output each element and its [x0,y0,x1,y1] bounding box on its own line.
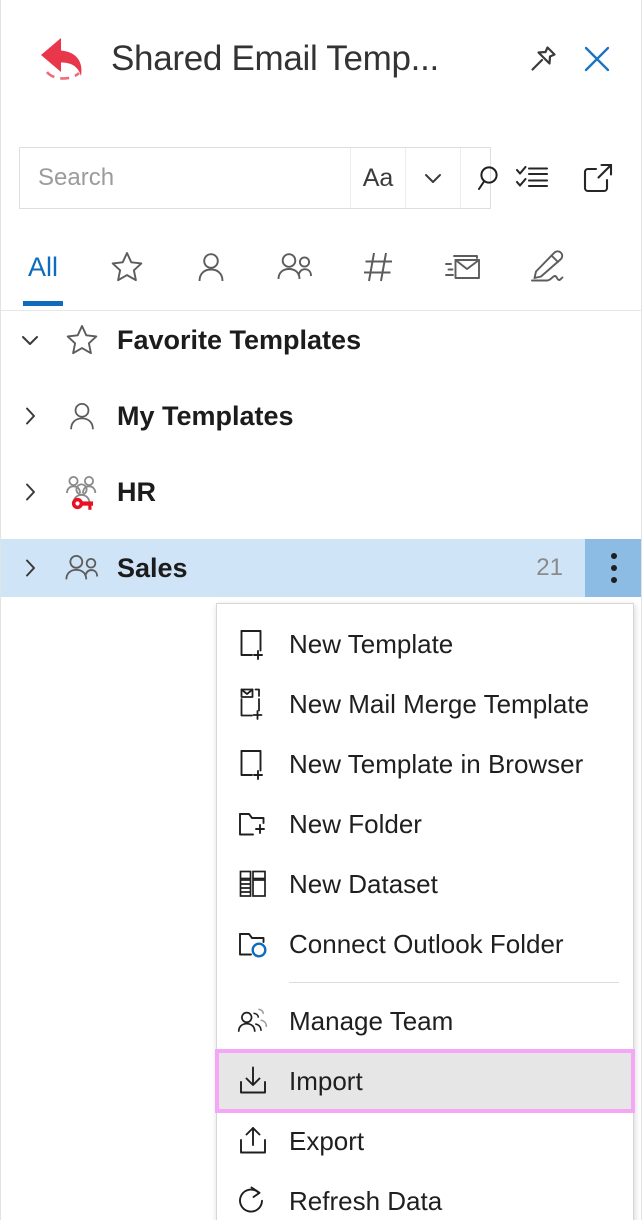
import-icon [217,1051,289,1111]
new-template-in-browser-icon [217,734,289,794]
export-icon [217,1111,289,1171]
search-icon [475,162,507,194]
tree-spacer [1,521,642,539]
tree-item-favorite-templates[interactable]: Favorite Templates [1,311,642,369]
person-icon [59,393,105,439]
star-icon [108,248,146,286]
menu-item-label: New Dataset [289,869,438,900]
key-badge [72,498,93,510]
people-icon [59,545,105,591]
checklist-icon [514,160,550,196]
people-icon [274,248,316,286]
match-case-button[interactable]: Aa [350,148,405,208]
signature-pen-icon [527,248,567,286]
menu-item-label: Refresh Data [289,1186,442,1217]
tab-my-templates[interactable] [169,228,253,306]
connect-outlook-folder-icon [217,914,289,974]
menu-item-refresh-data[interactable]: Refresh Data [217,1171,633,1220]
menu-item-label: Connect Outlook Folder [289,929,564,960]
person-icon [192,248,230,286]
new-folder-icon [217,794,289,854]
menu-item-label: Manage Team [289,1006,453,1037]
chevron-right-icon[interactable] [1,387,59,445]
tree-item-label: HR [117,477,642,508]
menu-item-export[interactable]: Export [217,1111,633,1171]
tab-favorites[interactable] [85,228,169,306]
tree-item-label: My Templates [117,401,642,432]
panel-header: Shared Email Temp... [1,0,642,118]
chevron-right-icon[interactable] [1,463,59,521]
search-row: Aa [1,146,642,210]
menu-item-label: New Folder [289,809,422,840]
menu-item-label: New Mail Merge Template [289,689,589,720]
tree-item-label: Sales [117,553,536,584]
templates-tree: Favorite Templates My Templates [1,311,642,597]
select-multiple-button[interactable] [507,153,557,203]
tab-signatures[interactable] [505,228,589,306]
search-options-dropdown-button[interactable] [405,148,460,208]
tab-mail-merge[interactable] [421,228,505,306]
tree-spacer [1,369,642,387]
refresh-data-icon [217,1171,289,1220]
more-options-icon [611,565,617,571]
mail-merge-icon [443,248,483,286]
reply-arrow-logo [35,28,97,90]
tab-team[interactable] [253,228,337,306]
tree-item-hr[interactable]: HR [1,463,642,521]
menu-item-new-mail-merge-template[interactable]: New Mail Merge Template [217,674,633,734]
tab-all-label: All [28,252,58,283]
more-options-icon [611,577,617,583]
tree-item-label: Favorite Templates [117,325,642,356]
menu-item-label: Import [289,1066,363,1097]
search-box: Aa [19,147,491,209]
chevron-down-icon[interactable] [1,311,59,369]
context-menu: New Template New Mail Merge Template [216,603,634,1220]
tab-tags[interactable] [337,228,421,306]
menu-item-manage-team[interactable]: Manage Team [217,991,633,1051]
chevron-down-icon [420,165,446,191]
filter-tabs: All [1,228,642,311]
menu-item-connect-outlook-folder[interactable]: Connect Outlook Folder [217,914,633,974]
tab-all[interactable]: All [1,228,85,306]
chevron-right-icon[interactable] [1,539,59,597]
more-options-button[interactable] [585,539,642,597]
manage-team-icon [217,991,289,1051]
pin-icon [526,42,560,76]
new-template-icon [217,614,289,674]
team-key-icon [59,469,105,515]
search-input[interactable] [20,148,350,208]
more-options-icon [611,553,617,559]
close-icon [581,43,613,75]
menu-item-new-folder[interactable]: New Folder [217,794,633,854]
pin-button[interactable] [519,35,567,83]
hash-icon [360,248,398,286]
new-dataset-icon [217,854,289,914]
close-button[interactable] [573,35,621,83]
menu-item-new-dataset[interactable]: New Dataset [217,854,633,914]
menu-item-label: New Template [289,629,453,660]
menu-item-new-template[interactable]: New Template [217,614,633,674]
menu-item-label: New Template in Browser [289,749,583,780]
tree-item-sales[interactable]: Sales 21 [1,539,642,597]
tree-spacer [1,445,642,463]
page-title: Shared Email Temp... [111,39,519,79]
open-in-new-window-button[interactable] [573,153,623,203]
tree-item-count: 21 [536,554,563,582]
star-icon [59,317,105,363]
menu-item-label: Export [289,1126,364,1157]
menu-separator [289,982,619,983]
new-mail-merge-template-icon [217,674,289,734]
open-in-new-window-icon [580,160,616,196]
menu-item-import[interactable]: Import [217,1051,633,1111]
menu-item-new-template-in-browser[interactable]: New Template in Browser [217,734,633,794]
shared-email-templates-panel: Shared Email Temp... Aa [0,0,642,1220]
tree-item-my-templates[interactable]: My Templates [1,387,642,445]
